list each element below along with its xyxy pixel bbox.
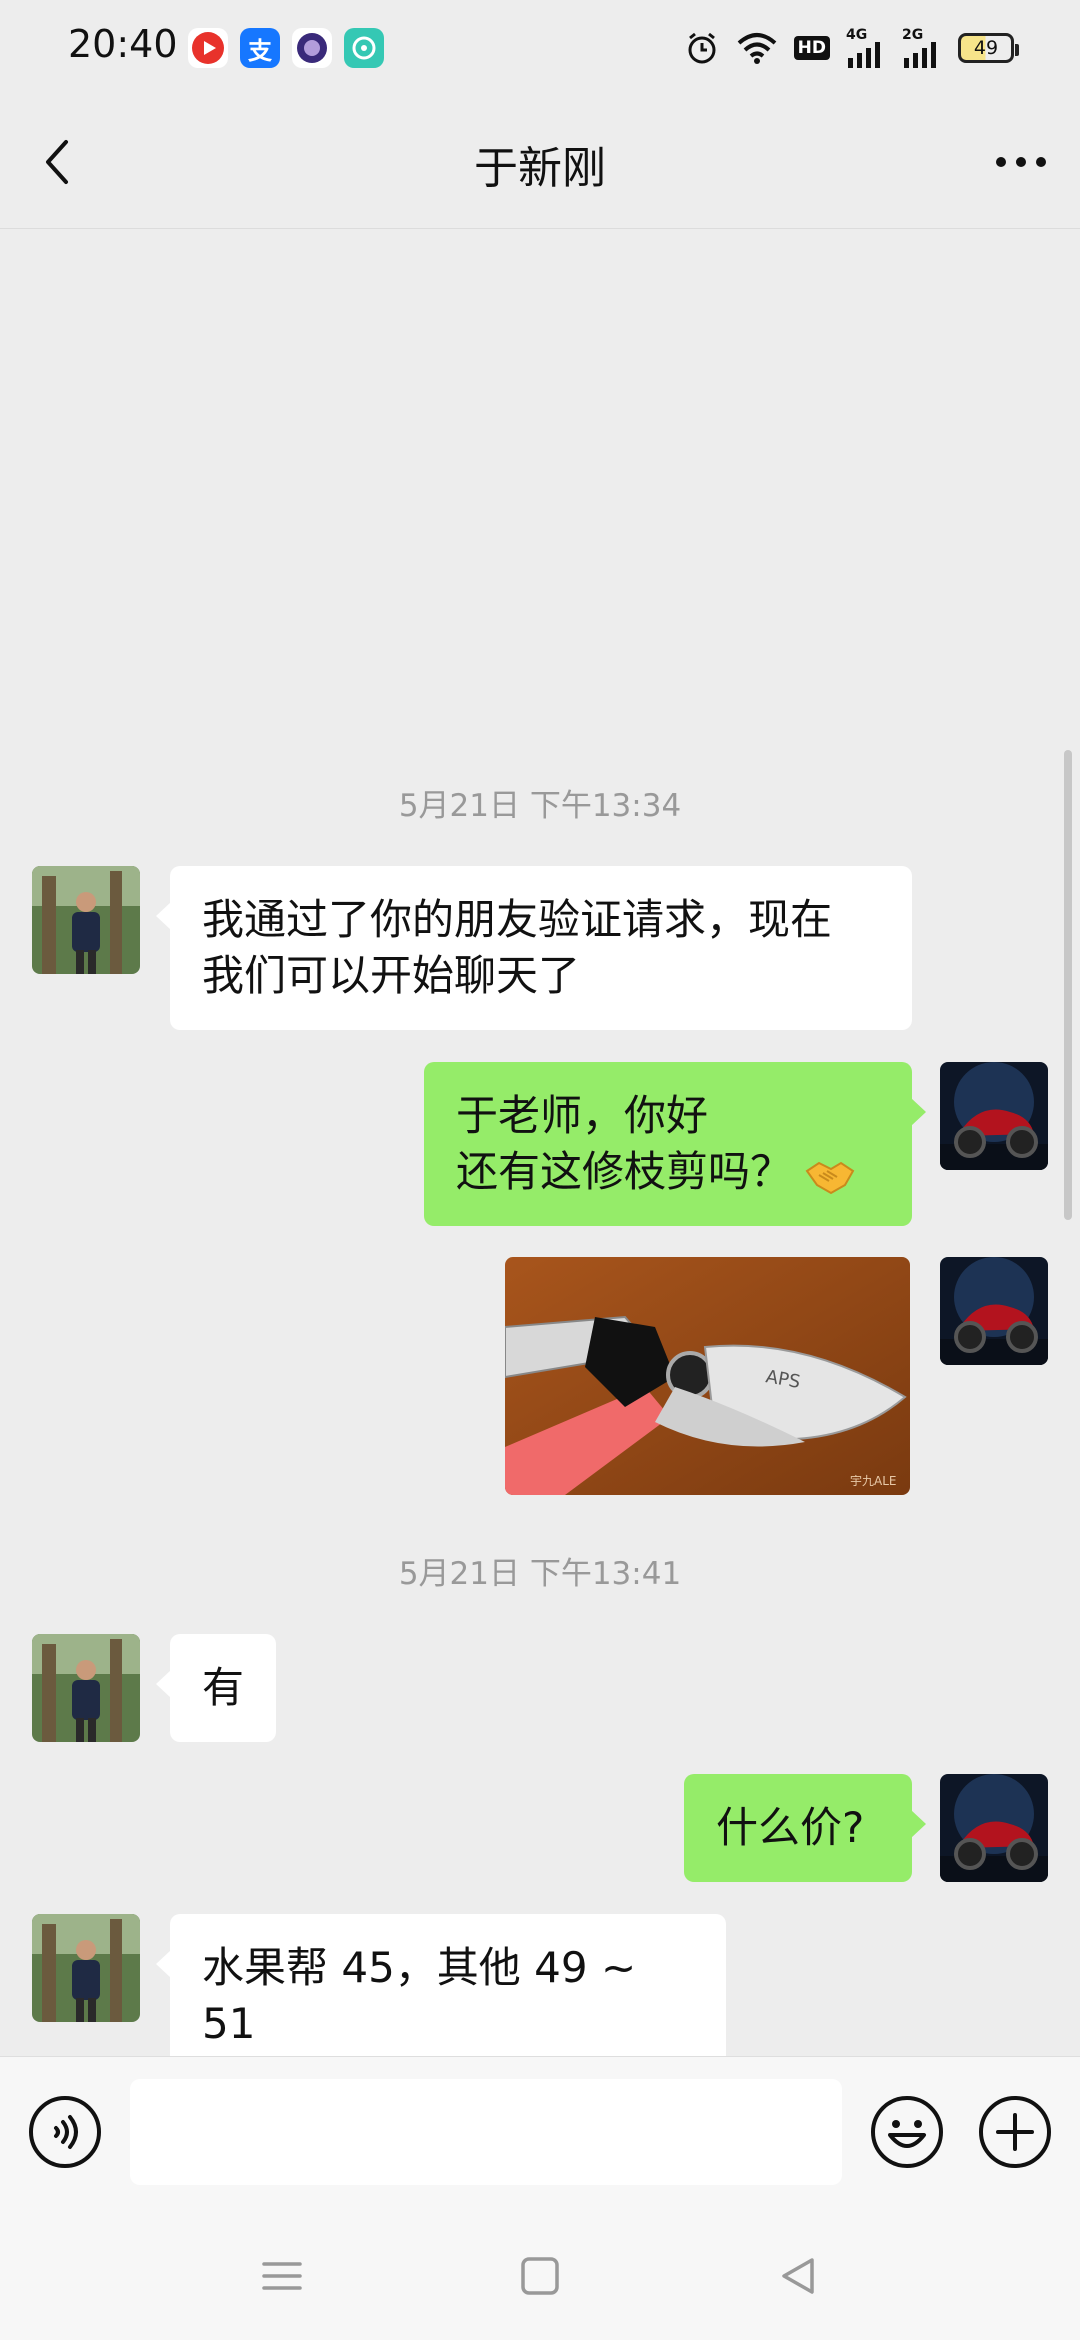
chat-header: 于新刚 bbox=[0, 96, 1080, 229]
message-bubble[interactable]: 什么价? bbox=[684, 1774, 926, 1882]
signal-4g: 4G bbox=[846, 28, 886, 68]
photo-watermark: 宇九ALE bbox=[850, 1474, 896, 1488]
more-icon[interactable] bbox=[986, 136, 1056, 188]
chat-title: 于新刚 bbox=[474, 143, 606, 194]
my-avatar[interactable] bbox=[940, 1062, 1048, 1170]
video-app-icon bbox=[188, 28, 228, 68]
message-bubble[interactable]: 于老师，你好 还有这修枝剪吗？ bbox=[424, 1062, 926, 1226]
signal-bars-icon bbox=[904, 42, 936, 68]
timestamp: 5月21日 下午13:34 bbox=[398, 788, 682, 824]
alarm-icon bbox=[688, 32, 716, 64]
menu-icon[interactable] bbox=[252, 2246, 312, 2306]
home-icon[interactable] bbox=[510, 2246, 570, 2306]
back-triangle-icon[interactable] bbox=[768, 2246, 828, 2306]
battery-indicator: 49 bbox=[958, 33, 1019, 63]
my-avatar[interactable] bbox=[940, 1774, 1048, 1882]
message-line: 于老师，你好 bbox=[456, 1091, 709, 1140]
signal-2g: 2G bbox=[902, 28, 942, 68]
message-line: 我通过了你的朋友验证请求，现在 bbox=[202, 895, 833, 944]
hd-badge: HD bbox=[793, 36, 830, 60]
system-navigation-bar bbox=[0, 2206, 1080, 2340]
message-line: 水果帮 45，其他 49 ~ 51 bbox=[202, 1943, 637, 2048]
contact-avatar[interactable] bbox=[32, 866, 140, 974]
signal-bars-icon bbox=[848, 42, 880, 68]
status-icons: HD 4G 2G 49 bbox=[684, 24, 1019, 72]
status-bar: 20:40 支 HD 4G 2G 49 bbox=[0, 0, 1080, 96]
alipay-icon: 支 bbox=[240, 28, 280, 68]
scrollbar[interactable] bbox=[1064, 750, 1072, 1220]
wifi-icon bbox=[737, 33, 776, 64]
message-line: 有 bbox=[202, 1663, 245, 1712]
message-bubble[interactable]: 有 bbox=[155, 1634, 277, 1742]
status-time: 20:40 bbox=[68, 22, 178, 66]
emoji-icon[interactable] bbox=[870, 2095, 944, 2169]
my-avatar[interactable] bbox=[940, 1257, 1048, 1365]
message-input[interactable] bbox=[130, 2079, 842, 2185]
contact-avatar[interactable] bbox=[32, 1634, 140, 1742]
message-line: 我们可以开始聊天了 bbox=[202, 951, 581, 1000]
add-icon[interactable] bbox=[978, 2095, 1052, 2169]
message-bubble[interactable]: 我通过了你的朋友验证请求，现在 我们可以开始聊天了 bbox=[156, 866, 912, 1030]
contact-avatar[interactable] bbox=[32, 1914, 140, 2022]
purple-app-icon bbox=[292, 28, 332, 68]
handshake-icon bbox=[805, 1161, 855, 1194]
input-bar bbox=[0, 2056, 1080, 2207]
voice-icon[interactable] bbox=[28, 2095, 102, 2169]
shared-photo[interactable]: APS 宇九ALE bbox=[505, 1257, 910, 1495]
message-line: 什么价? bbox=[716, 1803, 865, 1852]
teal-app-icon bbox=[344, 28, 384, 68]
message-bubble[interactable]: 水果帮 45，其他 49 ~ 51 bbox=[156, 1914, 726, 2078]
timestamp: 5月21日 下午13:41 bbox=[398, 1556, 682, 1592]
message-line: 还有这修枝剪吗？ bbox=[456, 1144, 880, 1200]
